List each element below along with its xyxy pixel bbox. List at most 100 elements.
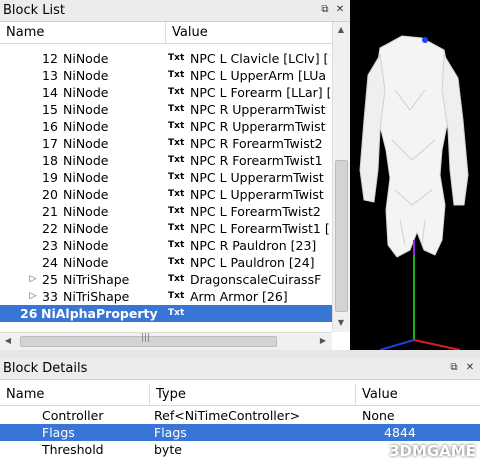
detail-name: Flags — [42, 425, 75, 440]
block-type: NiNode — [63, 51, 109, 66]
close-icon[interactable]: ✕ — [333, 3, 347, 17]
text-tag-icon: Txt — [168, 70, 185, 80]
block-list-hscrollbar[interactable]: ◀ ||| ▶ — [0, 332, 332, 350]
block-details-header: Name Type Value — [0, 384, 480, 406]
detail-value: 4844 — [384, 425, 416, 440]
block-value: NPC R ForearmTwist1 — [190, 153, 323, 168]
close-icon[interactable]: ✕ — [463, 361, 477, 375]
text-tag-icon: Txt — [168, 240, 185, 250]
detail-name: Threshold — [42, 442, 104, 457]
block-number: 20 — [42, 187, 58, 202]
column-header-value[interactable]: Value — [356, 384, 480, 405]
block-value: NPC R UpperarmTwist — [190, 102, 326, 117]
tree-row[interactable]: 14 NiNode Txt NPC L Forearm [LLar] [ — [0, 84, 332, 101]
tree-row[interactable]: 12 NiNode Txt NPC L Clavicle [LClv] [1 — [0, 50, 332, 67]
detail-type: byte — [154, 442, 182, 457]
block-number: 12 — [42, 51, 58, 66]
tree-row[interactable]: 24 NiNode Txt NPC L Pauldron [24] — [0, 254, 332, 271]
text-tag-icon: Txt — [168, 104, 185, 114]
block-type: NiTriShape — [63, 272, 130, 287]
block-value: DragonscaleCuirassF — [190, 272, 322, 287]
block-type: NiNode — [63, 136, 109, 151]
tree-row[interactable]: ▷ 33 NiTriShape Txt Arm Armor [26] — [0, 288, 332, 305]
block-type: NiNode — [63, 170, 109, 185]
text-tag-icon: Txt — [168, 87, 185, 97]
block-value: NPC R UpperarmTwist — [190, 119, 326, 134]
text-tag-icon: Txt — [168, 206, 185, 216]
text-tag-icon: Txt — [168, 189, 185, 199]
block-list-rows: 12 NiNode Txt NPC L Clavicle [LClv] [1 13 NiN… — [0, 50, 332, 330]
text-tag-icon: Txt — [168, 308, 185, 318]
block-type: NiNode — [63, 204, 109, 219]
float-icon[interactable]: ⧉ — [318, 3, 332, 17]
tree-row[interactable]: ▷ 25 NiTriShape Txt DragonscaleCuirassF — [0, 271, 332, 288]
tree-row[interactable]: 15 NiNode Txt NPC R UpperarmTwist — [0, 101, 332, 118]
tree-row[interactable]: 23 NiNode Txt NPC R Pauldron [23] — [0, 237, 332, 254]
block-list-panel: Block List ⧉ ✕ Name Value 12 NiNode Txt NPC… — [0, 0, 350, 350]
column-header-value[interactable]: Value — [166, 22, 332, 43]
block-number: 19 — [42, 170, 58, 185]
text-tag-icon: Txt — [168, 138, 185, 148]
block-value: NPC L ForearmTwist2 — [190, 204, 321, 219]
detail-row[interactable]: Controller Ref<NiTimeController> None — [0, 407, 480, 424]
tree-row[interactable]: 19 NiNode Txt NPC L UpperarmTwist — [0, 169, 332, 186]
scroll-down-icon[interactable]: ▼ — [333, 315, 349, 331]
block-number: 25 — [42, 272, 58, 287]
armor-model-render — [359, 35, 469, 350]
tree-row[interactable]: 17 NiNode Txt NPC R ForearmTwist2 — [0, 135, 332, 152]
block-number: 33 — [42, 289, 58, 304]
tree-row[interactable]: 21 NiNode Txt NPC L ForearmTwist2 — [0, 203, 332, 220]
text-tag-icon: Txt — [168, 223, 185, 233]
detail-value: None — [362, 408, 395, 423]
text-tag-icon: Txt — [168, 121, 185, 131]
column-header-type[interactable]: Type — [150, 384, 356, 405]
tree-row[interactable]: 20 NiNode Txt NPC L UpperarmTwist — [0, 186, 332, 203]
scroll-right-icon[interactable]: ▶ — [315, 333, 331, 349]
scroll-left-icon[interactable]: ◀ — [0, 333, 16, 349]
block-type: NiNode — [63, 221, 109, 236]
block-details-title: Block Details — [3, 361, 88, 376]
block-list-header: Name Value — [0, 22, 332, 44]
tree-row[interactable]: 18 NiNode Txt NPC R ForearmTwist1 — [0, 152, 332, 169]
block-value: Arm Armor [26] — [190, 289, 288, 304]
grip-icon: ||| — [141, 333, 151, 343]
block-type: NiNode — [63, 68, 109, 83]
scroll-up-icon[interactable]: ▲ — [333, 22, 349, 38]
detail-type: Ref<NiTimeController> — [154, 408, 301, 423]
float-icon[interactable]: ⧉ — [447, 361, 461, 375]
expand-arrow-icon[interactable]: ▷ — [28, 288, 38, 305]
text-tag-icon: Txt — [168, 155, 185, 165]
tree-row[interactable]: 22 NiNode Txt NPC L ForearmTwist1 [ — [0, 220, 332, 237]
tree-row[interactable]: 16 NiNode Txt NPC R UpperarmTwist — [0, 118, 332, 135]
block-type: NiNode — [63, 85, 109, 100]
tree-row[interactable]: 13 NiNode Txt NPC L UpperArm [LUa — [0, 67, 332, 84]
block-list-titlebar: Block List ⧉ ✕ — [0, 0, 350, 22]
vscroll-thumb[interactable] — [335, 160, 348, 312]
detail-row[interactable]: Flags Flags 4844 — [0, 424, 480, 441]
expand-arrow-icon[interactable]: ▷ — [28, 271, 38, 288]
hscroll-thumb[interactable]: ||| — [20, 333, 277, 347]
block-type: NiNode — [63, 255, 109, 270]
block-list-vscrollbar[interactable]: ▲ ▼ — [332, 22, 350, 332]
block-value: NPC R Pauldron [23] — [190, 238, 317, 253]
render-viewport[interactable] — [350, 0, 480, 350]
text-tag-icon: Txt — [168, 257, 185, 267]
block-list-title: Block List — [3, 3, 66, 18]
block-value: NPC R ForearmTwist2 — [190, 136, 323, 151]
block-number: 15 — [42, 102, 58, 117]
tree-row[interactable]: 26 NiAlphaProperty Txt — [0, 305, 332, 322]
block-details-panel: Block Details ⧉ ✕ Name Type Value Contro… — [0, 358, 480, 462]
block-value: NPC L UpperarmTwist — [190, 170, 324, 185]
text-tag-icon: Txt — [168, 291, 185, 301]
block-number: 14 — [42, 85, 58, 100]
block-number: 17 — [42, 136, 58, 151]
column-header-name[interactable]: Name — [0, 22, 166, 43]
block-value: NPC L Forearm [LLar] [ — [190, 85, 330, 100]
column-header-name[interactable]: Name — [0, 384, 150, 405]
block-type: NiNode — [63, 187, 109, 202]
text-tag-icon: Txt — [168, 172, 185, 182]
block-number: 21 — [42, 204, 58, 219]
block-number: 13 — [42, 68, 58, 83]
block-value: NPC L Pauldron [24] — [190, 255, 315, 270]
block-value: NPC L Clavicle [LClv] [1 — [190, 51, 330, 66]
